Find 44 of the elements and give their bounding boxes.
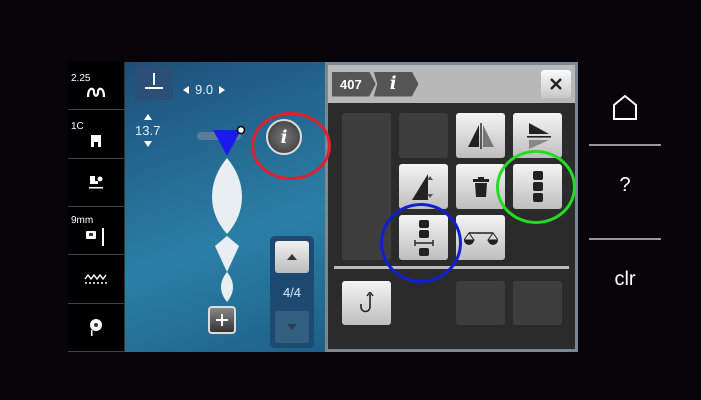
delete-button[interactable] (456, 164, 505, 209)
needle-position-button[interactable] (135, 66, 173, 100)
scales-icon (464, 230, 498, 246)
stacked-squares-icon (532, 170, 542, 202)
breadcrumb-item[interactable]: 407 (332, 72, 376, 96)
plus-icon (216, 314, 228, 326)
info-button[interactable]: i (266, 119, 302, 155)
left-arrow-icon (183, 86, 189, 94)
home-icon (612, 94, 638, 120)
pattern-length-button[interactable] (399, 164, 448, 209)
thread-loop-icon (86, 84, 106, 99)
help-button[interactable]: ? (613, 162, 637, 208)
pattern-repeat-button[interactable] (513, 164, 562, 209)
breadcrumb-item[interactable]: i (374, 72, 419, 96)
page-indicator: 4/4 (282, 284, 302, 300)
mirror-horizontal-button[interactable] (456, 113, 505, 158)
hook-button[interactable] (342, 281, 391, 325)
stacked-squares-spacing-icon (412, 220, 434, 256)
up-arrow-icon (287, 254, 297, 260)
scroll-up-button[interactable] (275, 241, 309, 273)
feed-dog-icon (84, 274, 108, 284)
mirror-vertical-button[interactable] (513, 113, 562, 158)
clear-button[interactable]: clr (608, 256, 642, 302)
trash-icon (472, 176, 488, 196)
up-arrow-icon (144, 114, 152, 120)
repeat-spacing-button[interactable] (399, 215, 448, 260)
right-arrow-icon (219, 86, 226, 94)
bobbin-icon (88, 318, 104, 336)
close-button[interactable] (541, 70, 571, 98)
mirror-icon (466, 122, 494, 148)
setting-value: 9mm (71, 214, 94, 226)
add-button[interactable] (208, 306, 236, 334)
balance-button[interactable] (456, 215, 505, 260)
setting-value: 2.25 (71, 72, 90, 84)
close-icon (550, 78, 562, 90)
stitch-length-value: 13.7 (135, 123, 160, 138)
presser-foot-icon (90, 132, 102, 147)
hook-icon (360, 292, 374, 314)
down-arrow-icon (144, 141, 152, 147)
setting-value: 1C (71, 120, 84, 132)
stitch-width-value: 9.0 (195, 82, 214, 97)
foot-pressure-icon (88, 174, 104, 190)
down-arrow-icon (287, 324, 297, 330)
mirror-icon (524, 122, 550, 150)
